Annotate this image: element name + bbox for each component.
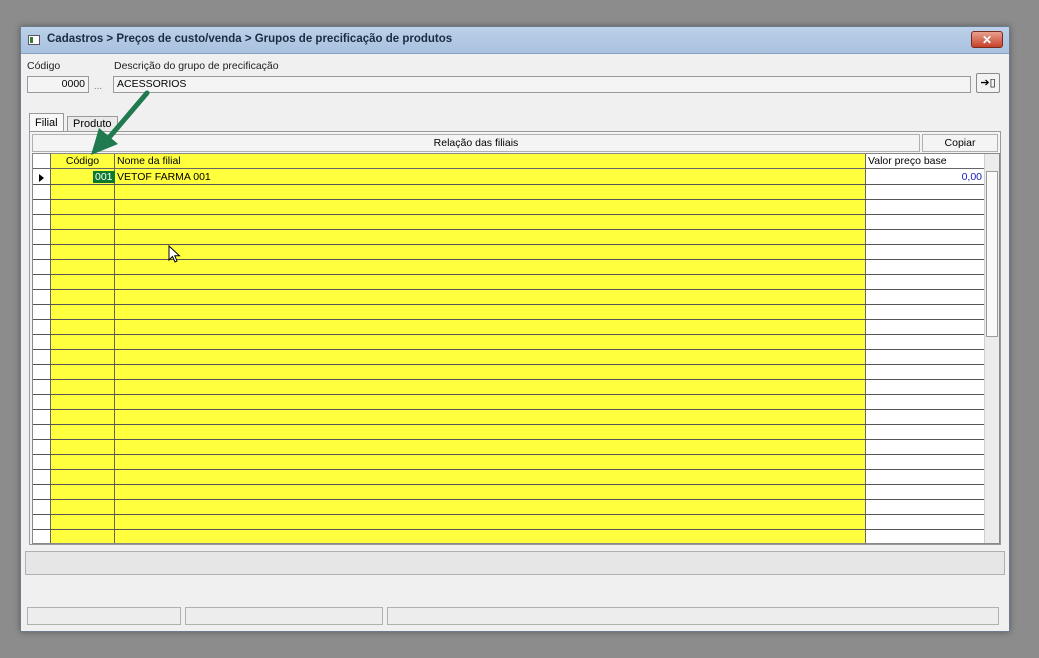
grid-row-separator (33, 319, 984, 320)
grid-row-separator (33, 484, 984, 485)
header-codigo[interactable]: Código (51, 154, 114, 169)
mouse-cursor-icon (168, 245, 181, 263)
row-valor[interactable]: 0,00 (868, 170, 982, 185)
tab-filial[interactable]: Filial (29, 113, 64, 133)
grid-row-separator (33, 394, 984, 395)
grid-row-separator (33, 469, 984, 470)
grid-row-separator (33, 409, 984, 410)
copy-button[interactable]: Copiar (922, 134, 998, 152)
exit-button[interactable]: ➔▯ (976, 73, 1000, 93)
grid-row-separator (33, 514, 984, 515)
descricao-label: Descrição do grupo de precificação (114, 60, 279, 72)
current-row-indicator (39, 174, 44, 182)
exit-icon: ➔▯ (980, 77, 996, 89)
grid-row-separator (33, 529, 984, 530)
status-panel-3 (387, 607, 999, 625)
table-row[interactable]: 001 (93, 170, 115, 185)
scrollbar-thumb[interactable] (986, 171, 998, 337)
branches-group-header: Relação das filiais (32, 134, 920, 152)
app-icon (28, 35, 40, 45)
grid-row-separator (33, 289, 984, 290)
grid-row-separator (33, 499, 984, 500)
grid-row-separator (33, 424, 984, 425)
row-codigo[interactable]: 001 (93, 171, 115, 183)
grid-row-separator (33, 304, 984, 305)
grid-row-separator (33, 439, 984, 440)
grid-row-separator (33, 229, 984, 230)
main-window: Cadastros > Preços de custo/venda > Grup… (20, 26, 1010, 632)
status-panel-2 (185, 607, 383, 625)
title-bar[interactable]: Cadastros > Preços de custo/venda > Grup… (21, 27, 1009, 54)
descricao-field[interactable]: ACESSORIOS (113, 76, 971, 93)
grid-row-separator (33, 454, 984, 455)
branches-grid[interactable]: Código Nome da filial Valor preço base 0… (32, 153, 1000, 544)
codigo-label: Código (27, 60, 61, 72)
grid-row-separator (33, 349, 984, 350)
indicator-header (33, 154, 50, 169)
bottom-panel (25, 551, 1005, 575)
close-button[interactable]: ✕ (971, 31, 1003, 48)
grid-row-separator (33, 334, 984, 335)
status-panel-1 (27, 607, 181, 625)
grid-row-separator (33, 364, 984, 365)
grid-row-separator (33, 274, 984, 275)
lookup-button[interactable]: ... (90, 79, 106, 96)
tab-panel-filial: Relação das filiais Copiar Código Nome d… (29, 131, 1001, 545)
grid-row-separator (33, 214, 984, 215)
row-nome[interactable]: VETOF FARMA 001 (117, 170, 211, 185)
window-title: Cadastros > Preços de custo/venda > Grup… (47, 33, 453, 45)
header-nome-filial[interactable]: Nome da filial (115, 154, 865, 169)
header-valor-preco-base[interactable]: Valor preço base (866, 154, 984, 169)
grid-row-separator (33, 379, 984, 380)
status-bar (25, 605, 1005, 627)
codigo-field[interactable]: 0000 (27, 76, 89, 93)
vertical-scrollbar[interactable] (984, 154, 999, 543)
grid-row-separator (33, 199, 984, 200)
